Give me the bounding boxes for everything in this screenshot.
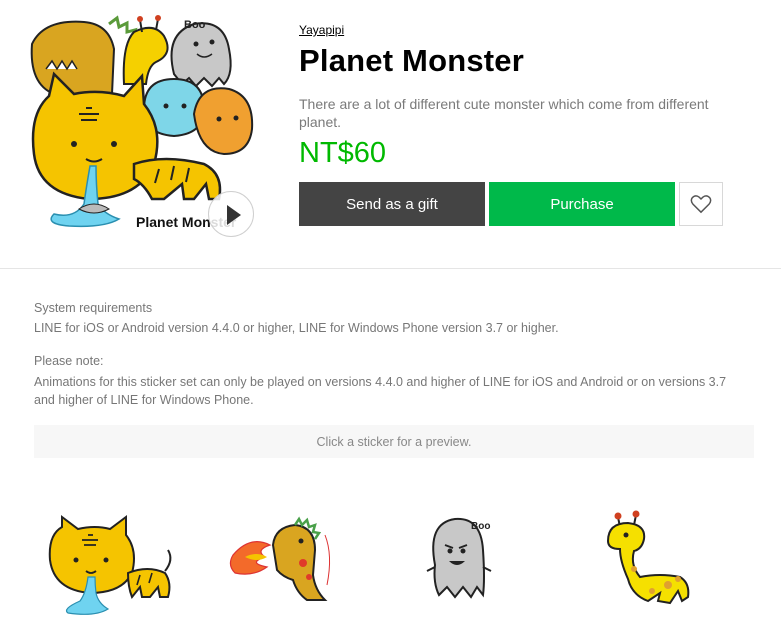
author-link[interactable]: Yayapipi — [299, 23, 344, 37]
send-gift-button[interactable]: Send as a gift — [299, 182, 485, 226]
note-label: Please note: — [34, 354, 104, 368]
sticker-item-dinosaur[interactable] — [225, 505, 365, 623]
sticker-price: NT$60 — [299, 137, 387, 169]
favorite-button[interactable] — [679, 182, 723, 226]
sticker-item-ghost[interactable]: Boo — [405, 505, 545, 623]
requirements-text: LINE for iOS or Android version 4.4.0 or… — [34, 321, 559, 335]
heart-icon — [690, 195, 712, 214]
sticker-item-giraffe[interactable] — [590, 505, 730, 623]
dinosaur-sticker-image — [229, 516, 331, 601]
play-icon[interactable] — [208, 191, 254, 237]
cover-boo-text: Boo — [184, 19, 206, 31]
preview-hint-bar: Click a sticker for a preview. — [34, 425, 754, 458]
section-divider — [0, 268, 781, 269]
page-title: Planet Monster — [299, 43, 525, 78]
ghost-sticker-image: Boo — [426, 517, 492, 599]
tiger-sticker-image — [48, 515, 172, 615]
requirements-label: System requirements — [34, 301, 153, 315]
purchase-button[interactable]: Purchase — [489, 182, 675, 226]
note-text: Animations for this sticker set can only… — [34, 375, 727, 407]
sticker-item-tiger[interactable] — [40, 505, 180, 623]
sticker-header: Boo Planet Monster Yayapipi Planet Monst… — [0, 0, 781, 270]
giraffe-sticker-image — [606, 510, 690, 605]
sticker-description: There are a lot of different cute monste… — [299, 96, 709, 130]
sticker-boo-text: Boo — [471, 521, 490, 532]
